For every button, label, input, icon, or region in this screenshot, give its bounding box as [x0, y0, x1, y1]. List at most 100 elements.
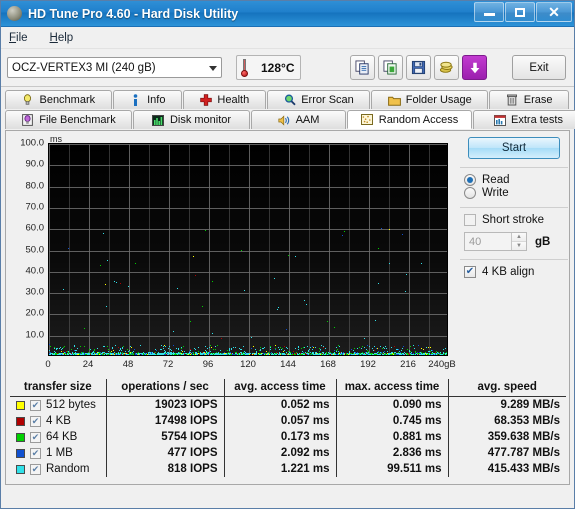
- col-transfer-size: transfer size: [10, 379, 107, 397]
- lightbulb-icon: [21, 94, 34, 107]
- row-label: Random: [46, 463, 90, 475]
- row-checkbox[interactable]: ✔: [30, 399, 41, 411]
- checkbox-short-stroke[interactable]: Short stroke: [464, 214, 570, 226]
- menu-bar: FFileile HHelpelp: [1, 27, 574, 49]
- table-row: ✔ Random 818 IOPS 1.221 ms 99.511 ms 415.433 …: [10, 461, 566, 477]
- divider-2: [460, 207, 568, 208]
- red-cross-icon: [199, 94, 212, 107]
- tab-error-scan-label: Error Scan: [301, 94, 354, 106]
- tab-extra-tests-label: Extra tests: [511, 114, 563, 126]
- y-tick-label: 50.0: [25, 244, 45, 255]
- y-tick-label: 30.0: [25, 286, 45, 298]
- x-tick-label: 48: [122, 359, 134, 370]
- radio-write-label: Write: [482, 187, 509, 199]
- x-tick-label: 144: [280, 359, 296, 370]
- cell-max-access: 2.836 ms: [336, 445, 449, 461]
- coins-icon: [439, 61, 453, 73]
- minimize-button[interactable]: [474, 2, 504, 22]
- temperature-indicator: 128°C: [236, 55, 301, 80]
- cell-operations: 5754 IOPS: [106, 429, 225, 445]
- x-tick-label: 24: [82, 359, 94, 370]
- x-axis: 0 24 48 72 96 120 144 168 192 216 240gB: [45, 359, 455, 373]
- tab-error-scan[interactable]: Error Scan: [266, 90, 371, 109]
- align-checkbox: ✔: [464, 266, 476, 278]
- chart-plot-area: [48, 143, 448, 356]
- stepper-down-icon[interactable]: ▼: [512, 242, 526, 250]
- short-stroke-stepper[interactable]: 40 ▲ ▼: [464, 232, 527, 251]
- cell-max-access: 0.881 ms: [336, 429, 449, 445]
- cell-operations: 19023 IOPS: [106, 396, 225, 413]
- radio-read[interactable]: Read: [464, 174, 570, 186]
- radio-write[interactable]: Write: [464, 187, 570, 199]
- exit-button[interactable]: Exit: [512, 55, 566, 80]
- cell-transfer-size: ✔ Random: [10, 461, 107, 477]
- tab-benchmark-label: Benchmark: [39, 94, 96, 106]
- chevron-down-icon: [209, 66, 217, 71]
- tab-info-label: Info: [147, 94, 166, 106]
- toolbar-buttons: [350, 55, 490, 80]
- align-label: 4 KB align: [482, 266, 535, 278]
- start-button[interactable]: Start: [468, 137, 560, 159]
- maximize-button[interactable]: [505, 2, 535, 22]
- x-tick-label: 240gB: [428, 359, 456, 370]
- legend-color-swatch: [16, 464, 25, 474]
- tab-erase[interactable]: Erase: [489, 90, 569, 109]
- tab-benchmark[interactable]: Benchmark: [5, 90, 112, 109]
- cell-transfer-size: ✔ 512 bytes: [10, 396, 107, 413]
- cell-avg-speed: 415.433 MB/s: [487, 463, 560, 475]
- maximize-icon: [515, 7, 525, 17]
- toolbar: OCZ-VERTEX3 MI (240 gB) 128°C Exit: [1, 49, 574, 87]
- tab-folder-usage[interactable]: Folder Usage: [371, 90, 489, 109]
- row-checkbox[interactable]: ✔: [30, 447, 41, 459]
- tab-aam-label: AAM: [295, 114, 320, 126]
- table-header-row: transfer size operations / sec avg. acce…: [10, 379, 566, 397]
- y-tick-label: 20.0: [25, 307, 45, 319]
- x-tick-label: 120: [240, 359, 256, 370]
- tab-row-1: Benchmark Info Health Error Scan Folder …: [5, 90, 570, 109]
- cell-avg-access: 2.092 ms: [224, 445, 337, 461]
- app-window: HD Tune Pro 4.60 - Hard Disk Utility ✕ F…: [0, 0, 575, 509]
- download-button[interactable]: [462, 55, 487, 80]
- cell-avg-access: 0.057 ms: [224, 413, 337, 429]
- random-access-panel: ms 100.0 90.0 80.0 70.0 60.0 50.0 40.0 30.0 20.0…: [5, 130, 570, 485]
- stepper-arrows[interactable]: ▲ ▼: [511, 233, 526, 250]
- x-tick-label: 72: [162, 359, 174, 370]
- tab-random-access[interactable]: Random Access: [347, 110, 472, 129]
- tab-file-benchmark[interactable]: File Benchmark: [5, 110, 132, 129]
- status-bar: [1, 502, 574, 508]
- x-tick-label: 192: [360, 359, 376, 370]
- legend-color-swatch: [16, 448, 25, 458]
- grid-chart-icon: [493, 114, 506, 127]
- row-checkbox[interactable]: ✔: [30, 463, 41, 475]
- tab-aam[interactable]: AAM: [251, 110, 346, 129]
- y-tick-label: 80.0: [25, 180, 45, 192]
- stepper-up-icon[interactable]: ▲: [512, 233, 526, 242]
- tab-extra-tests[interactable]: Extra tests: [473, 110, 575, 129]
- checkbox-4kb-align[interactable]: ✔ 4 KB align: [464, 266, 570, 278]
- tab-info[interactable]: Info: [112, 90, 182, 109]
- copy-button[interactable]: [350, 55, 375, 80]
- tab-erase-label: Erase: [523, 94, 553, 106]
- legend-color-swatch: [16, 432, 25, 442]
- cell-avg-speed: 68.353 MB/s: [494, 415, 560, 427]
- drive-select[interactable]: OCZ-VERTEX3 MI (240 gB): [7, 57, 222, 78]
- window-controls: ✕: [473, 2, 572, 22]
- coins-button[interactable]: [434, 55, 459, 80]
- tab-disk-monitor[interactable]: Disk monitor: [133, 110, 250, 129]
- menu-help[interactable]: HHelpelp: [50, 32, 74, 44]
- access-time-chart: ms 100.0 90.0 80.0 70.0 60.0 50.0 40.0 30.0 20.0…: [10, 134, 456, 375]
- col-operations: operations / sec: [106, 379, 225, 397]
- info-icon: [129, 93, 142, 107]
- row-checkbox[interactable]: ✔: [30, 431, 41, 443]
- cell-operations: 818 IOPS: [106, 461, 225, 477]
- cell-transfer-size: ✔ 64 KB: [10, 429, 107, 445]
- copy-sheet-button[interactable]: [378, 55, 403, 80]
- row-checkbox[interactable]: ✔: [30, 415, 41, 427]
- tab-health[interactable]: Health: [182, 90, 266, 109]
- y-tick-label: 40.0: [25, 265, 45, 277]
- menu-file[interactable]: FFileile: [9, 32, 28, 44]
- save-button[interactable]: [406, 55, 431, 80]
- cell-max-access: 0.745 ms: [336, 413, 449, 429]
- copy-sheet-icon: [383, 60, 397, 75]
- close-button[interactable]: ✕: [536, 2, 572, 22]
